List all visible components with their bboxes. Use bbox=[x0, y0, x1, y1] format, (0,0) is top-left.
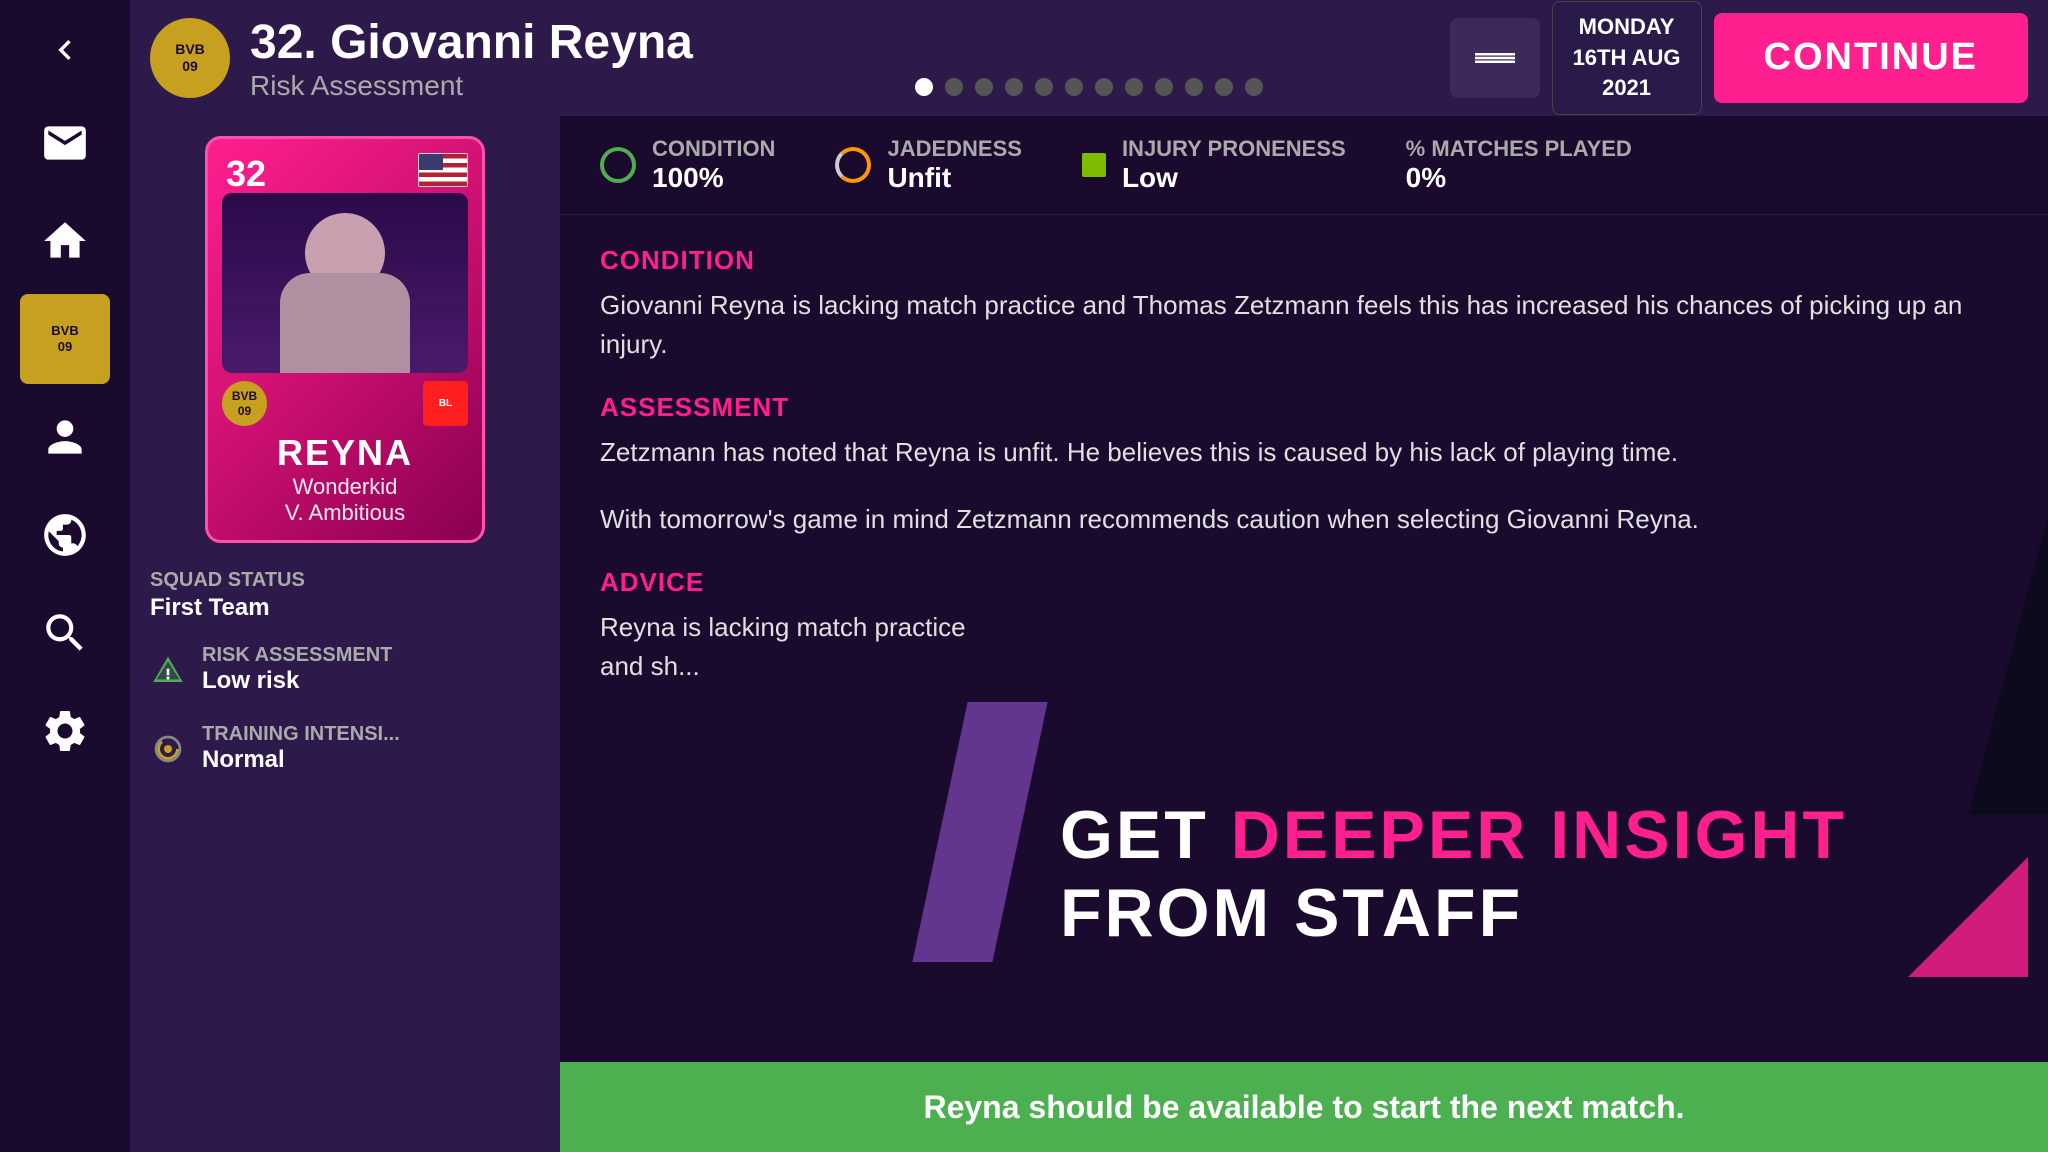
jadedness-value: Unfit bbox=[887, 162, 1021, 194]
risk-label: RISK ASSESSMENT bbox=[202, 644, 392, 667]
page-subtitle: Risk Assessment bbox=[250, 70, 693, 102]
training-label: TRAINING INTENSI... bbox=[202, 723, 400, 746]
sidebar-item-staff[interactable] bbox=[20, 392, 110, 482]
left-stats: SQUAD STATUS First Team RISK ASSESSMENT … bbox=[150, 563, 540, 780]
sidebar-item-club[interactable]: BVB09 bbox=[20, 294, 110, 384]
dot-4[interactable] bbox=[1005, 78, 1023, 96]
risk-value: Low risk bbox=[202, 667, 392, 695]
topbar: BVB09 32. Giovanni Reyna Risk Assessment bbox=[130, 0, 2048, 116]
bundesliga-logo: BL bbox=[423, 381, 468, 426]
card-player-name: REYNA bbox=[222, 432, 468, 474]
condition-section-title: CONDITION bbox=[600, 245, 2008, 276]
purple-slash-decoration bbox=[912, 702, 1047, 962]
training-icon bbox=[150, 731, 186, 767]
squad-status-item: SQUAD STATUS bbox=[150, 563, 540, 598]
risk-text: RISK ASSESSMENT Low risk bbox=[202, 644, 392, 695]
sidebar-item-settings[interactable] bbox=[20, 686, 110, 776]
jadedness-label: JADEDNESS bbox=[887, 136, 1021, 162]
left-panel: 32 BVB09 BL REYNA bbox=[130, 116, 560, 1152]
training-value: Normal bbox=[202, 746, 400, 774]
topbar-right: MONDAY 16TH AUG 2021 CONTINUE bbox=[1450, 1, 2028, 115]
dot-2[interactable] bbox=[945, 78, 963, 96]
risk-icon bbox=[150, 652, 186, 688]
dot-1[interactable] bbox=[915, 78, 933, 96]
menu-button[interactable] bbox=[1450, 18, 1540, 98]
dot-5[interactable] bbox=[1035, 78, 1053, 96]
pink-arrow-decoration bbox=[1908, 857, 2028, 982]
club-badge: BVB09 bbox=[150, 18, 230, 98]
black-corner-decoration bbox=[1968, 515, 2048, 820]
back-button[interactable] bbox=[25, 10, 105, 90]
risk-assessment-item: RISK ASSESSMENT Low risk bbox=[150, 638, 540, 701]
sidebar-item-search[interactable] bbox=[20, 588, 110, 678]
injury-value: Low bbox=[1122, 162, 1346, 194]
dot-3[interactable] bbox=[975, 78, 993, 96]
card-trait2: V. Ambitious bbox=[222, 500, 468, 526]
sidebar: BVB09 bbox=[0, 0, 130, 1152]
text-content: CONDITION Giovanni Reyna is lacking matc… bbox=[560, 215, 2048, 1062]
matches-badge: % MATCHES PLAYED 0% bbox=[1406, 136, 1632, 194]
content-row: 32 BVB09 BL REYNA bbox=[130, 116, 2048, 1152]
injury-info: INJURY PRONENESS Low bbox=[1122, 136, 1346, 194]
dot-10[interactable] bbox=[1185, 78, 1203, 96]
training-text: TRAINING INTENSI... Normal bbox=[202, 723, 400, 774]
advice-section-body: Reyna is lacking match practice and sh..… bbox=[600, 608, 1000, 686]
dot-11[interactable] bbox=[1215, 78, 1233, 96]
sidebar-item-globe[interactable] bbox=[20, 490, 110, 580]
matches-info: % MATCHES PLAYED 0% bbox=[1406, 136, 1632, 194]
dot-9[interactable] bbox=[1155, 78, 1173, 96]
condition-icon bbox=[600, 147, 636, 183]
condition-info: CONDITION 100% bbox=[652, 136, 775, 194]
squad-status-value: First Team bbox=[150, 594, 270, 621]
dots-nav bbox=[915, 78, 1263, 96]
stats-bar: CONDITION 100% JADEDNESS Unfit INJURY PR… bbox=[560, 116, 2048, 215]
condition-badge: CONDITION 100% bbox=[600, 136, 775, 194]
dot-12[interactable] bbox=[1245, 78, 1263, 96]
training-item: TRAINING INTENSI... Normal bbox=[150, 717, 540, 780]
jadedness-icon bbox=[835, 147, 871, 183]
card-trait1: Wonderkid bbox=[222, 474, 468, 500]
bottom-bar-text: Reyna should be available to start the n… bbox=[923, 1089, 1684, 1126]
right-panel: CONDITION 100% JADEDNESS Unfit INJURY PR… bbox=[560, 116, 2048, 1152]
date-display: MONDAY 16TH AUG 2021 bbox=[1552, 1, 1702, 115]
matches-value: 0% bbox=[1406, 162, 1632, 194]
promo-overlay: GET DEEPER INSIGHT FROM STAFF bbox=[1060, 796, 1968, 952]
condition-section-body: Giovanni Reyna is lacking match practice… bbox=[600, 286, 2008, 364]
advice-section-title: ADVICE bbox=[600, 567, 2008, 598]
squad-status-label: SQUAD STATUS bbox=[150, 569, 305, 592]
assessment-section-body1: Zetzmann has noted that Reyna is unfit. … bbox=[600, 433, 2008, 472]
player-card: 32 BVB09 BL REYNA bbox=[205, 136, 485, 543]
player-photo bbox=[222, 193, 468, 373]
dot-8[interactable] bbox=[1125, 78, 1143, 96]
matches-label: % MATCHES PLAYED bbox=[1406, 136, 1632, 162]
injury-label: INJURY PRONENESS bbox=[1122, 136, 1346, 162]
topbar-title: 32. Giovanni Reyna Risk Assessment bbox=[250, 15, 693, 102]
card-logos: BVB09 BL bbox=[222, 381, 468, 426]
condition-value: 100% bbox=[652, 162, 775, 194]
injury-badge: INJURY PRONENESS Low bbox=[1082, 136, 1346, 194]
bvb-logo-small: BVB09 bbox=[222, 381, 267, 426]
continue-button[interactable]: CONTINUE bbox=[1714, 13, 2028, 103]
player-name: 32. Giovanni Reyna bbox=[250, 15, 693, 70]
player-flag bbox=[418, 153, 468, 187]
promo-line1: GET DEEPER INSIGHT bbox=[1060, 796, 1968, 874]
dot-6[interactable] bbox=[1065, 78, 1083, 96]
sidebar-item-home[interactable] bbox=[20, 196, 110, 286]
main-area: BVB09 32. Giovanni Reyna Risk Assessment bbox=[130, 0, 2048, 1152]
assessment-section-title: ASSESSMENT bbox=[600, 392, 2008, 423]
jadedness-badge: JADEDNESS Unfit bbox=[835, 136, 1021, 194]
assessment-section-body2: With tomorrow's game in mind Zetzmann re… bbox=[600, 500, 2008, 539]
sidebar-item-mail[interactable] bbox=[20, 98, 110, 188]
bottom-bar: Reyna should be available to start the n… bbox=[560, 1062, 2048, 1152]
injury-icon bbox=[1082, 153, 1106, 177]
condition-label: CONDITION bbox=[652, 136, 775, 162]
dot-7[interactable] bbox=[1095, 78, 1113, 96]
club-badge-small: BVB09 bbox=[35, 309, 95, 369]
jadedness-info: JADEDNESS Unfit bbox=[887, 136, 1021, 194]
promo-line2: FROM STAFF bbox=[1060, 874, 1968, 952]
card-number: 32 bbox=[226, 153, 266, 195]
